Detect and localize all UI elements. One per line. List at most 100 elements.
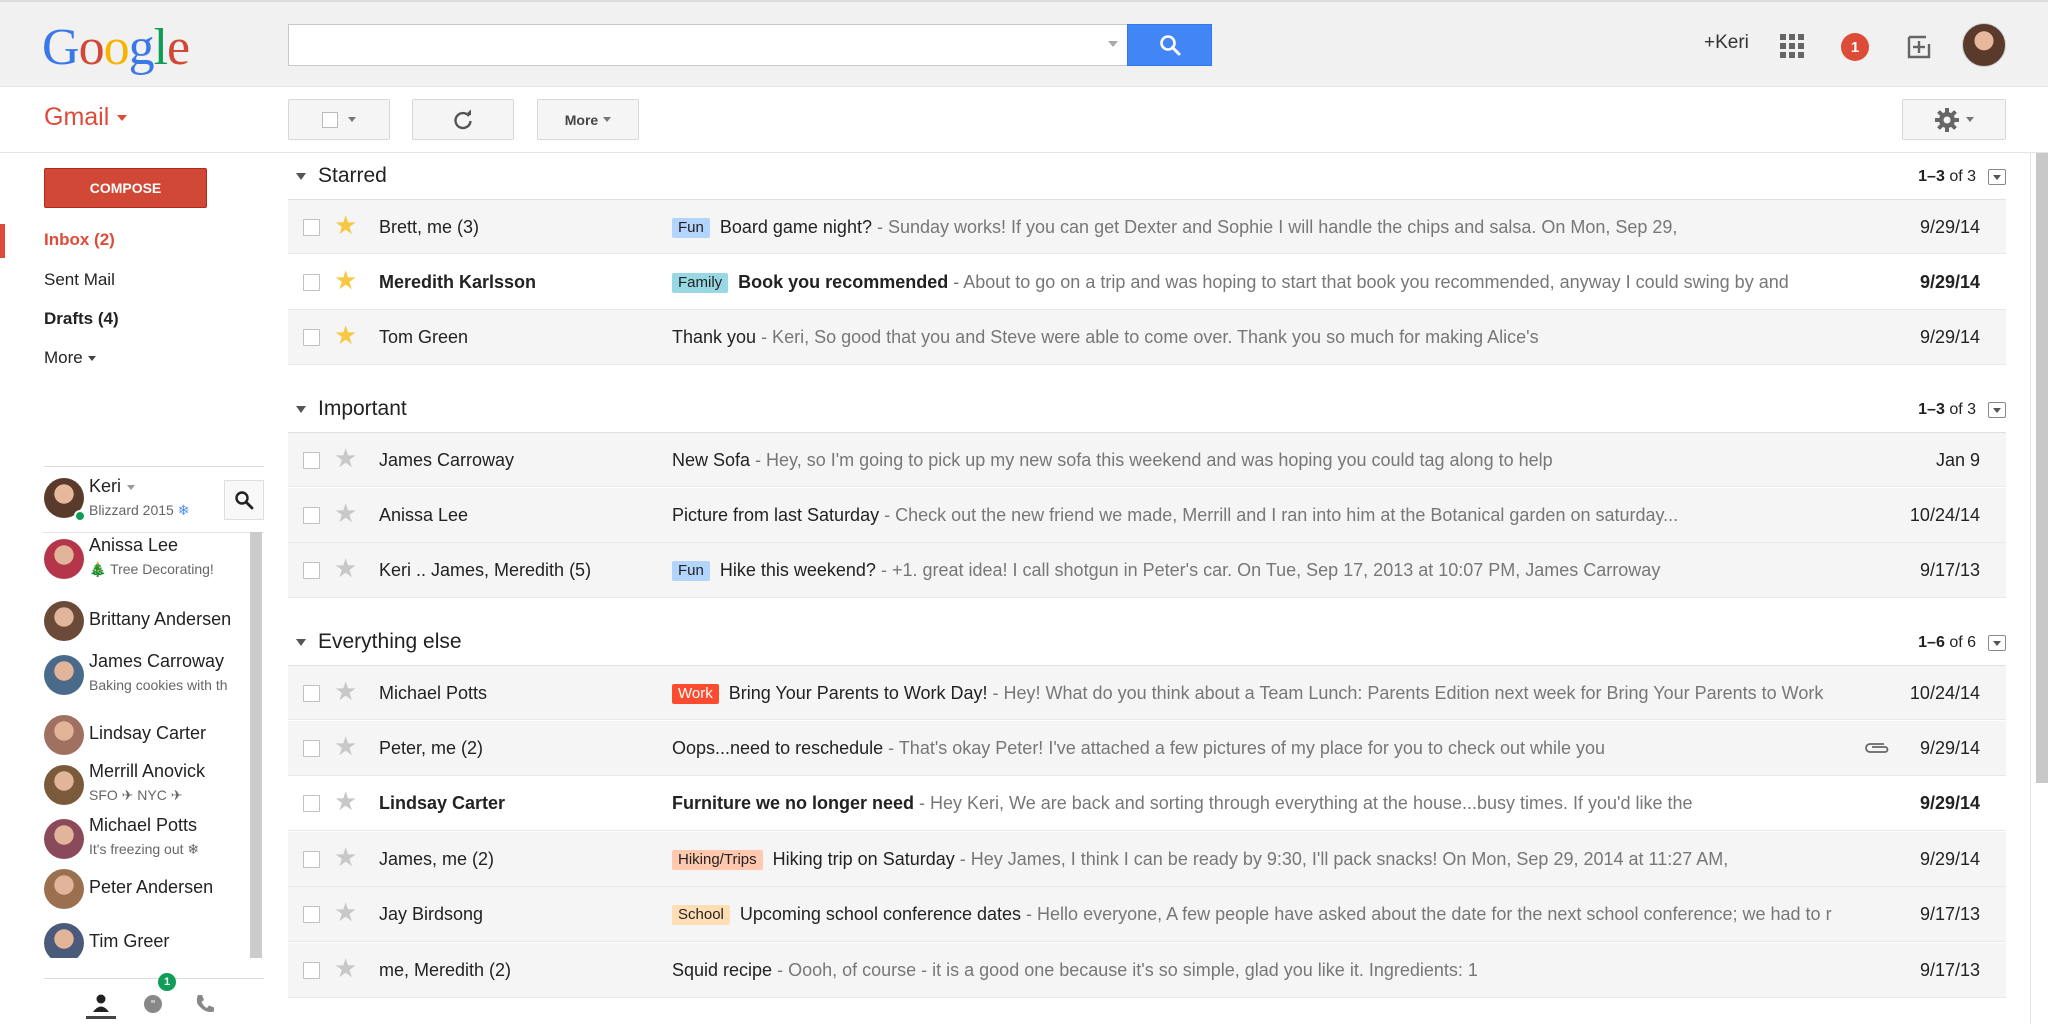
search-icon [235,491,254,510]
email-subject: Bring Your Parents to Work Day! [728,683,988,703]
more-actions-button[interactable]: More [537,99,639,140]
hangouts-contact[interactable]: Michael Potts It's freezing out ❄ [42,813,242,867]
apps-grid-icon[interactable] [1780,34,1804,58]
star-icon[interactable]: ★ [334,733,357,759]
divider [2030,153,2031,1024]
share-plus-icon[interactable] [1906,32,1934,65]
email-row[interactable]: ★ Keri .. James, Meredith (5) Fun Hike this… [288,543,2006,598]
section-options-icon[interactable] [1988,402,2006,418]
email-subject: New Sofa [672,450,751,470]
refresh-button[interactable] [412,99,514,140]
email-row[interactable]: ★ Meredith Karlsson Family Book you recomme… [288,254,2006,310]
contact-name: Anissa Lee [89,535,179,555]
email-label-tag[interactable]: Fun [672,561,710,581]
email-label-tag[interactable]: Fun [672,218,710,238]
row-checkbox[interactable] [303,506,320,524]
email-row[interactable]: ★ Peter, me (2) Oops...need to reschedule … [288,720,2006,776]
hangouts-contact[interactable]: Tim Greer [42,917,242,958]
row-checkbox[interactable] [303,273,320,291]
row-checkbox[interactable] [303,795,320,812]
section-options-icon[interactable] [1988,169,2006,185]
notification-badge[interactable]: 1 [1841,33,1869,61]
email-row[interactable]: ★ Tom Green Thank you - Keri, So good that… [288,310,2006,365]
plus-user-link[interactable]: +Keri [1704,32,1749,54]
section-options-icon[interactable] [1988,635,2006,651]
settings-button[interactable] [1902,99,2006,140]
email-row[interactable]: ★ Anissa Lee Picture from last Saturday - … [288,487,2006,543]
account-avatar[interactable] [1962,23,2006,67]
collapse-triangle-icon[interactable] [296,406,306,413]
search-input[interactable] [289,25,1128,65]
row-checkbox[interactable] [303,685,320,702]
row-checkbox[interactable] [303,219,320,236]
star-icon[interactable]: ★ [334,212,357,238]
email-row[interactable]: ★ Michael Potts Work Bring Your Parents to … [288,665,2006,720]
nav-item-more[interactable]: More [44,348,96,368]
star-icon[interactable]: ★ [334,899,357,925]
row-checkbox[interactable] [303,562,320,579]
nav-item-inbox[interactable]: Inbox (2) [44,230,115,250]
collapse-triangle-icon[interactable] [296,639,306,646]
collapse-triangle-icon[interactable] [296,173,306,180]
section-header[interactable]: Everything else 1–6 of 6 [288,619,2006,665]
email-label-tag[interactable]: Family [672,272,729,293]
nav-item-sent[interactable]: Sent Mail [44,270,115,290]
row-checkbox[interactable] [303,850,320,868]
search-box[interactable] [288,24,1128,66]
email-label-tag[interactable]: Work [672,684,719,704]
star-icon[interactable]: ★ [334,788,357,814]
star-icon[interactable]: ★ [334,844,357,870]
main-scrollbar[interactable] [2036,153,2048,783]
phone-tab-icon[interactable] [190,989,220,1019]
section-header[interactable]: Important 1–3 of 3 [288,386,2006,432]
email-row[interactable]: ★ Lindsay Carter Furniture we no longer ne… [288,776,2006,831]
star-icon[interactable]: ★ [334,267,357,293]
search-button[interactable] [1127,24,1212,66]
email-row[interactable]: ★ Brett, me (3) Fun Board game night? - Sun… [288,199,2006,254]
row-checkbox[interactable] [303,739,320,757]
google-logo[interactable]: Google [42,18,190,77]
avatar [44,715,84,755]
email-sender: Meredith Karlsson [379,271,537,292]
select-button[interactable] [288,99,390,140]
row-checkbox[interactable] [303,961,320,979]
email-content: Oops...need to reschedule - That's okay … [672,738,1862,759]
email-snippet: - +1. great idea! I call shotgun in Pete… [875,560,1661,580]
hangouts-contact[interactable]: Brittany Andersen [42,595,242,649]
hangouts-contact[interactable]: Peter Andersen [42,863,242,917]
email-label-tag[interactable]: School [672,905,730,925]
row-checkbox[interactable] [303,329,320,346]
star-icon[interactable]: ★ [334,555,357,581]
star-icon[interactable]: ★ [334,322,357,348]
hangouts-contact[interactable]: James Carroway Baking cookies with th [42,649,242,703]
star-icon[interactable]: ★ [334,445,357,471]
section-header[interactable]: Starred 1–3 of 3 [288,153,2006,199]
nav-item-drafts[interactable]: Drafts (4) [44,309,119,329]
hangouts-contact[interactable]: Lindsay Carter [42,709,242,763]
row-checkbox[interactable] [303,906,320,923]
email-row[interactable]: ★ Jay Birdsong School Upcoming school confe… [288,887,2006,942]
chat-tab-icon[interactable]: " [138,989,168,1019]
star-icon[interactable]: ★ [334,500,357,526]
contacts-tab-icon[interactable] [86,989,116,1019]
star-icon[interactable]: ★ [334,955,357,981]
avatar [44,923,84,958]
avatar [44,539,84,579]
email-row[interactable]: ★ James, me (2) Hiking/Trips Hiking trip on… [288,831,2006,887]
hangouts-contact[interactable]: Anissa Lee 🎄 Tree Decorating! [42,533,242,587]
compose-button[interactable]: COMPOSE [44,168,207,208]
star-icon[interactable]: ★ [334,678,357,704]
search-options-caret-icon[interactable] [1108,41,1118,47]
gmail-menu[interactable]: Gmail [44,103,128,132]
hangouts-search-button[interactable] [224,480,264,520]
email-date: 9/29/14 [1919,217,1980,237]
email-row[interactable]: ★ James Carroway New Sofa - Hey, so I'm go… [288,432,2006,487]
email-label-tag[interactable]: Hiking/Trips [672,849,763,870]
row-checkbox[interactable] [303,452,320,469]
email-subject: Picture from last Saturday [672,504,880,525]
hangouts-contact[interactable]: Merrill Anovick SFO ✈ NYC ✈ [42,759,242,813]
email-row[interactable]: ★ me, Meredith (2) Squid recipe - Oooh, of… [288,942,2006,998]
hangouts-scrollbar[interactable] [250,532,262,958]
contact-name: Brittany Andersen [89,609,232,629]
email-content: Squid recipe - Oooh, of course - it is a… [672,960,1862,981]
